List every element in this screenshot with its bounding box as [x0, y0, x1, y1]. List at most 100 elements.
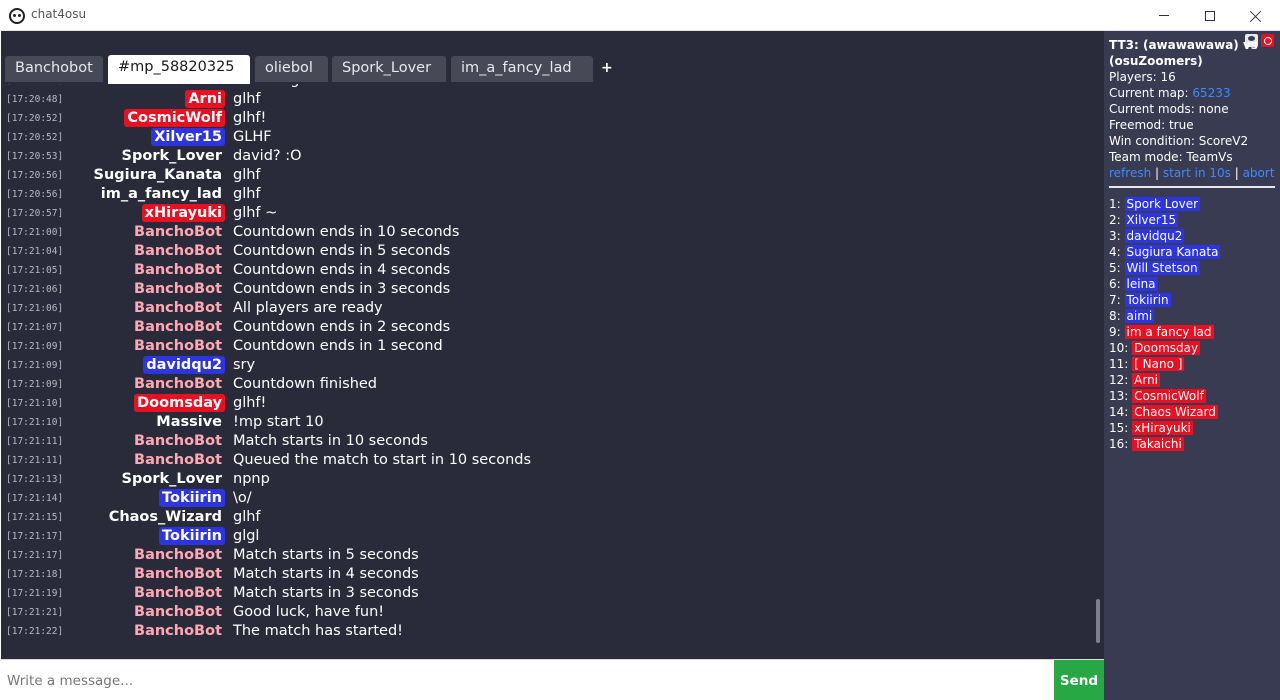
message-nick[interactable]: xHirayuki [141, 204, 225, 222]
message-scrollbar[interactable] [1094, 84, 1102, 659]
message-nick[interactable]: Tokiirin [159, 489, 225, 507]
message-nick[interactable]: BanchoBot [131, 432, 225, 450]
message-nick[interactable]: Xilver15 [151, 128, 225, 146]
message-timestamp: [17:21:06] [6, 303, 64, 314]
message-row: [17:21:19] BanchoBot Match starts in 3 sec… [1, 584, 1091, 603]
start-link[interactable]: start in 10s [1163, 166, 1231, 180]
refresh-link[interactable]: refresh [1109, 166, 1151, 180]
player-name[interactable]: Spork Lover [1124, 197, 1201, 211]
minimize-button[interactable] [1141, 0, 1187, 31]
message-row: [17:21:06] BanchoBot Countdown ends in 3 s… [1, 280, 1091, 299]
message-nick[interactable]: BanchoBot [131, 565, 225, 583]
message-nick[interactable]: BanchoBot [131, 261, 225, 279]
message-text: david? :O [233, 148, 302, 164]
message-nick[interactable]: davidqu2 [143, 356, 225, 374]
message-row: [17:21:05] BanchoBot Countdown ends in 4 s… [1, 261, 1091, 280]
tab-spork-lover[interactable]: Spork_Lover [332, 56, 446, 82]
message-timestamp: [17:21:21] [6, 607, 64, 618]
tab-mp-58820325[interactable]: #mp_58820325 [108, 55, 250, 84]
player-slot: 1: [1109, 197, 1121, 211]
message-text: All players are ready [233, 300, 383, 316]
tab-banchobot[interactable]: Banchobot [5, 56, 103, 82]
message-nick[interactable]: BanchoBot [131, 337, 225, 355]
message-nick[interactable]: BanchoBot [131, 299, 225, 317]
freemod: Freemod: true [1109, 118, 1194, 132]
player-name[interactable]: Sugiura Kanata [1124, 245, 1221, 259]
message-nick[interactable]: CosmicWolf [124, 109, 225, 127]
lobby-panel: TT3: (awawawawa) vs (osuZoomers) Players… [1104, 31, 1280, 700]
message-nick[interactable]: BanchoBot [131, 584, 225, 602]
player-slot: 15: [1109, 421, 1129, 435]
chat-pane: Banchobot #mp_58820325 oliebol Spork_Lov… [1, 31, 1104, 659]
message-text: Countdown finished [233, 376, 378, 392]
player-row: 9: im a fancy lad [1109, 324, 1277, 340]
player-name[interactable]: im a fancy lad [1124, 325, 1214, 339]
message-timestamp: [17:20:48] [6, 94, 64, 105]
player-name[interactable]: CosmicWolf [1132, 389, 1206, 403]
message-nick[interactable]: BanchoBot [131, 546, 225, 564]
message-text: glhf! [233, 110, 267, 126]
message-nick[interactable]: Sugiura_Kanata [91, 166, 225, 184]
player-row: 15: xHirayuki [1109, 420, 1277, 436]
team-mode: Team mode: TeamVs [1109, 150, 1233, 164]
message-nick[interactable]: im_a_fancy_lad [98, 185, 225, 203]
message-text: Queued the match to start in 10 seconds [233, 452, 532, 468]
message-nick[interactable]: BanchoBot [131, 451, 225, 469]
message-text: Countdown ends in 4 seconds [233, 262, 451, 278]
player-name[interactable]: aimi [1124, 309, 1155, 323]
message-timestamp: [17:21:10] [6, 417, 64, 428]
add-tab-button[interactable]: + [601, 60, 613, 76]
player-name[interactable]: Chaos Wizard [1132, 405, 1218, 419]
message-nick[interactable]: BanchoBot [131, 280, 225, 298]
minimize-icon [1159, 15, 1169, 16]
player-name[interactable]: leina [1124, 277, 1158, 291]
close-button[interactable] [1233, 0, 1279, 31]
message-nick[interactable]: BanchoBot [131, 223, 225, 241]
message-nick[interactable]: Spork_Lover [119, 147, 225, 165]
player-name[interactable]: Tokiirin [1124, 293, 1171, 307]
message-timestamp: [17:20:53] [6, 151, 64, 162]
message-nick[interactable]: BanchoBot [131, 318, 225, 336]
message-row: [17:20:52] CosmicWolf glhf! [1, 109, 1091, 128]
scrollbar-thumb[interactable] [1096, 599, 1100, 643]
message-nick[interactable]: Doomsday [134, 394, 225, 412]
maximize-button[interactable] [1187, 0, 1233, 31]
message-nick[interactable]: Arni [185, 90, 225, 108]
player-row: 16: Takaichi [1109, 436, 1277, 452]
message-row: [17:20:53] Spork_Lover david? :O [1, 147, 1091, 166]
player-name[interactable]: Xilver15 [1124, 213, 1179, 227]
abort-link[interactable]: abort [1243, 166, 1275, 180]
message-text: Match starts in 10 seconds [233, 433, 428, 449]
player-slot: 14: [1109, 405, 1129, 419]
message-nick[interactable]: Massive [153, 413, 225, 431]
tab-im-a-fancy-lad[interactable]: im_a_fancy_lad [451, 56, 593, 82]
send-button[interactable]: Send [1054, 660, 1104, 700]
message-nick[interactable]: Chaos_Wizard [106, 508, 225, 526]
player-name[interactable]: [ Nano ] [1132, 357, 1185, 371]
maximize-icon [1205, 10, 1215, 21]
player-name[interactable]: davidqu2 [1124, 229, 1185, 243]
message-nick[interactable]: Massive [153, 84, 225, 89]
map-link[interactable]: 65233 [1192, 86, 1230, 100]
player-name[interactable]: xHirayuki [1132, 421, 1193, 435]
window-title: chat4osu [31, 7, 87, 21]
message-nick[interactable]: BanchoBot [131, 242, 225, 260]
tab-oliebol[interactable]: oliebol [255, 56, 328, 82]
player-name[interactable]: Will Stetson [1124, 261, 1200, 275]
player-name[interactable]: Doomsday [1132, 341, 1201, 355]
message-timestamp: [17:21:00] [6, 227, 64, 238]
message-nick[interactable]: Spork_Lover [119, 470, 225, 488]
message-nick[interactable]: BanchoBot [131, 375, 225, 393]
message-text: The match has started! [233, 623, 403, 639]
message-nick[interactable]: BanchoBot [131, 622, 225, 640]
message-nick[interactable]: Tokiirin [159, 527, 225, 545]
message-text: glhf! [233, 395, 267, 411]
player-slot: 4: [1109, 245, 1121, 259]
player-name[interactable]: Takaichi [1132, 437, 1184, 451]
message-timestamp: [17:21:09] [6, 341, 64, 352]
player-name[interactable]: Arni [1132, 373, 1161, 387]
message-text: Match starts in 4 seconds [233, 566, 419, 582]
message-input[interactable] [1, 660, 1054, 700]
message-timestamp: [17:21:18] [6, 569, 64, 580]
message-nick[interactable]: BanchoBot [131, 603, 225, 621]
